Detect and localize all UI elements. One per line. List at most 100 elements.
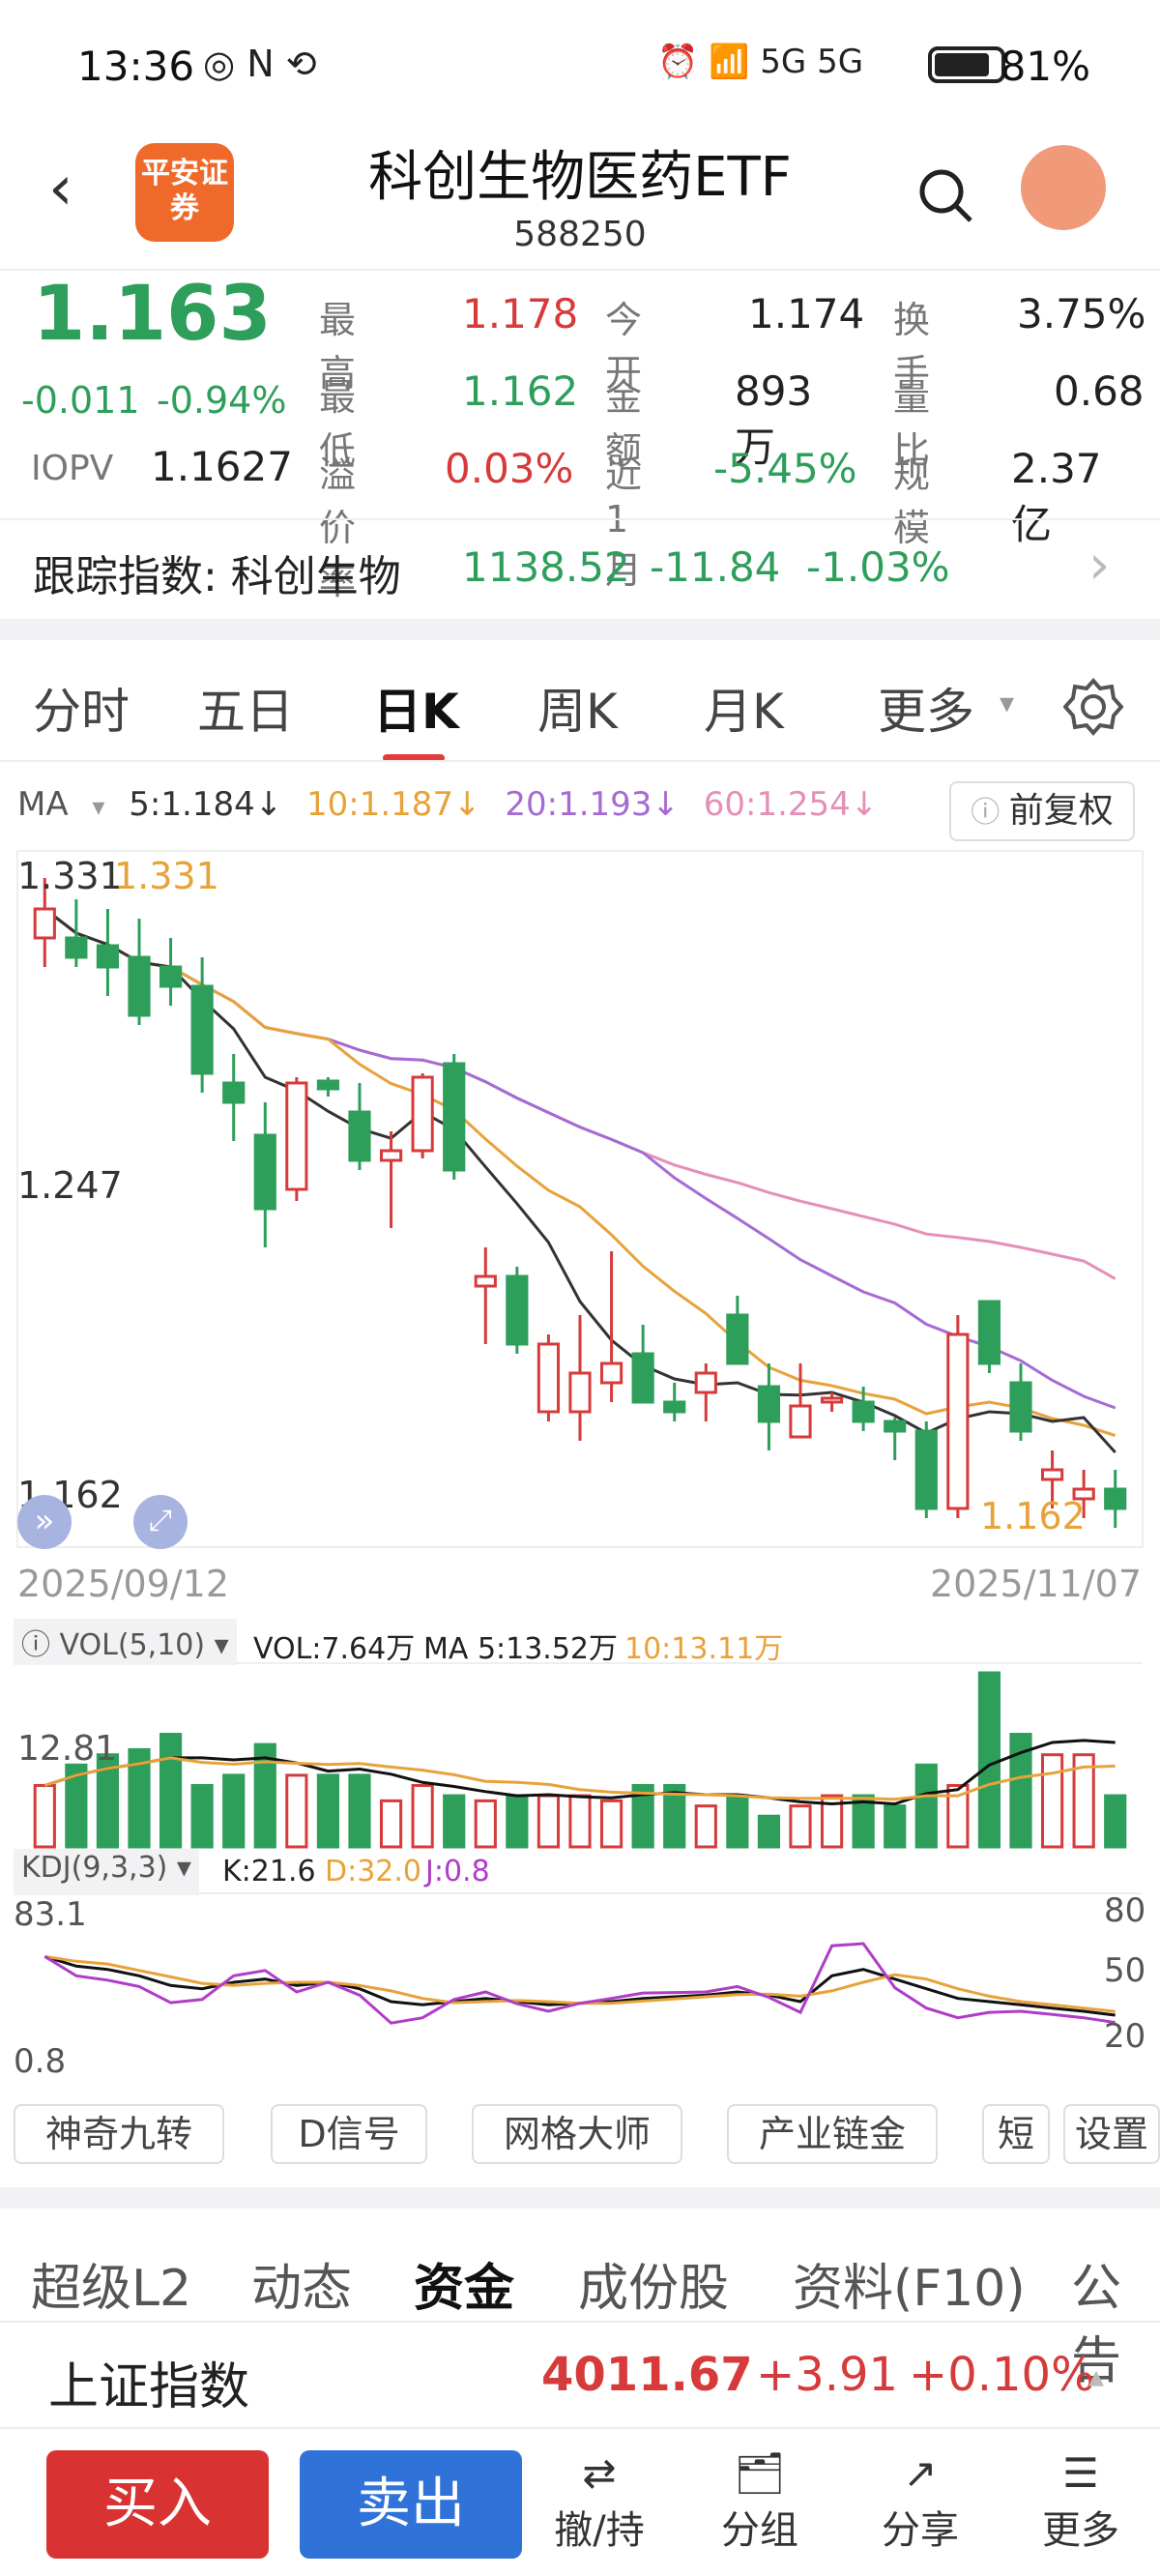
volume-bar bbox=[285, 1773, 308, 1849]
period-tabs: 分时 五日 日K 周K 月K 更多 ▾ bbox=[0, 638, 1160, 762]
caret-down-icon: ▾ bbox=[214, 1628, 229, 1662]
turnover-value: 3.75% bbox=[1017, 290, 1146, 337]
volume-bar bbox=[159, 1733, 183, 1849]
tab-news[interactable]: 动态 bbox=[251, 2247, 352, 2320]
kdj-50-label: 50 bbox=[1104, 1951, 1146, 1990]
search-icon[interactable] bbox=[914, 164, 976, 226]
candle-body bbox=[443, 1062, 466, 1172]
tab-five-day[interactable]: 五日 bbox=[197, 673, 294, 743]
kdj-indicator-select[interactable]: KDJ(9,3,3) ▾ bbox=[14, 1849, 199, 1895]
volume-bar bbox=[568, 1794, 592, 1849]
caret-down-icon: ▾ bbox=[92, 793, 105, 822]
ma20-value: 20:1.193↓ bbox=[505, 785, 680, 824]
tab-super-l2[interactable]: 超级L2 bbox=[31, 2247, 191, 2320]
ma60-value: 60:1.254↓ bbox=[703, 785, 879, 824]
tab-more[interactable]: 更多 bbox=[878, 673, 974, 743]
candle-body bbox=[726, 1313, 749, 1365]
candle-body bbox=[852, 1400, 875, 1423]
adjust-button[interactable]: ⓘ 前复权 bbox=[949, 781, 1135, 841]
vol-indicator-select[interactable]: ⓘ VOL(5,10) ▾ bbox=[14, 1619, 237, 1665]
index-name: 上证指数 bbox=[48, 2358, 250, 2416]
date-end-label: 2025/11/07 bbox=[930, 1563, 1143, 1605]
tracking-value: 1138.52 bbox=[462, 543, 630, 591]
tab-weekly-k[interactable]: 周K bbox=[537, 673, 618, 743]
volume-bar bbox=[443, 1794, 466, 1849]
tab-monthly-k[interactable]: 月K bbox=[704, 673, 784, 743]
candle-body bbox=[694, 1371, 717, 1394]
folder-icon: 🗂 bbox=[734, 2449, 786, 2497]
tab-f10[interactable]: 资料(F10) bbox=[793, 2247, 1026, 2320]
battery-percent: 81% bbox=[1000, 43, 1090, 90]
tab-daily-k[interactable]: 日K bbox=[373, 673, 459, 743]
tracking-pct: -1.03% bbox=[806, 543, 950, 591]
volume-bar bbox=[411, 1783, 434, 1849]
candle-body bbox=[316, 1079, 340, 1091]
group-button[interactable]: 🗂 分组 bbox=[702, 2448, 818, 2555]
volume-bar bbox=[506, 1794, 529, 1849]
iopv-value: 1.1627 bbox=[151, 443, 293, 490]
candle-body bbox=[411, 1075, 434, 1153]
tracking-index-row[interactable]: 跟踪指数: 科创生物 1138.52 -11.84 -1.03% › bbox=[0, 522, 1160, 615]
fullscreen-icon[interactable]: ⤢ bbox=[133, 1495, 188, 1549]
buy-button[interactable]: 买入 bbox=[46, 2450, 269, 2559]
section-gap bbox=[0, 2187, 1160, 2209]
date-start-label: 2025/09/12 bbox=[17, 1563, 230, 1605]
volume-bars bbox=[33, 1671, 1127, 1849]
header: ‹ 平安证券 科创生物医药ETF 588250 bbox=[0, 126, 1160, 271]
candle-body bbox=[159, 965, 183, 988]
index-ticker[interactable]: 上证指数 4011.67 +3.91 +0.10% ▴ bbox=[0, 2325, 1160, 2421]
chevron-right-icon: › bbox=[1088, 534, 1111, 597]
tool-grid-master[interactable]: 网格大师 bbox=[472, 2104, 682, 2164]
ma-label[interactable]: MA bbox=[17, 785, 69, 824]
kline-chart[interactable] bbox=[0, 841, 1160, 2098]
avatar[interactable] bbox=[1021, 145, 1106, 230]
kdj-20-label: 20 bbox=[1104, 2017, 1146, 2056]
gear-icon[interactable] bbox=[1063, 677, 1123, 737]
expand-icon[interactable]: » bbox=[17, 1495, 72, 1549]
cancel-hold-label: 撤/持 bbox=[554, 2508, 645, 2553]
share-button[interactable]: ↗ 分享 bbox=[862, 2448, 978, 2555]
tab-constituents[interactable]: 成份股 bbox=[578, 2247, 729, 2320]
volume-bar bbox=[1104, 1794, 1127, 1849]
cancel-hold-button[interactable]: ⇄ 撤/持 bbox=[541, 2448, 657, 2555]
kdj-d: D:32.0 bbox=[325, 1855, 422, 1888]
more-label: 更多 bbox=[1042, 2508, 1119, 2553]
candle-body bbox=[599, 1361, 624, 1385]
last-price: 1.163 bbox=[33, 271, 272, 358]
tool-d-signal[interactable]: D信号 bbox=[271, 2104, 427, 2164]
volume-bar bbox=[884, 1804, 907, 1849]
caret-down-icon: ▾ bbox=[176, 1851, 191, 1885]
candle-body bbox=[96, 944, 120, 969]
share-icon: ↗ bbox=[903, 2449, 938, 2497]
status-time: 13:36 bbox=[77, 43, 195, 90]
ma60-path bbox=[44, 907, 1116, 1280]
kdj-lines bbox=[44, 1942, 1116, 2025]
volume-bar bbox=[348, 1773, 371, 1849]
vol-ma5: MA 5:13.52万 bbox=[423, 1632, 619, 1666]
candle-body bbox=[506, 1274, 529, 1346]
divider bbox=[0, 760, 1160, 762]
tool-nine-turn[interactable]: 神奇九转 bbox=[14, 2104, 224, 2164]
index-value: 4011.67 bbox=[541, 2348, 753, 2402]
candle-body bbox=[1040, 1468, 1064, 1481]
security-code: 588250 bbox=[513, 215, 647, 254]
volume-bar bbox=[977, 1671, 1001, 1849]
tab-intraday[interactable]: 分时 bbox=[33, 673, 130, 743]
tool-short[interactable]: 短 bbox=[982, 2104, 1050, 2164]
tab-funds[interactable]: 资金 bbox=[414, 2247, 514, 2320]
candle-body bbox=[253, 1133, 276, 1211]
vol-scale-label: 12.81 bbox=[17, 1729, 118, 1769]
cancel-icon: ⇄ bbox=[582, 2449, 617, 2497]
kdj-80-label: 80 bbox=[1104, 1891, 1146, 1930]
price-change-pct: -0.94% bbox=[157, 379, 287, 422]
vol-value: VOL:7.64万 bbox=[253, 1632, 416, 1666]
volume-bar bbox=[316, 1773, 340, 1849]
more-button[interactable]: ☰ 更多 bbox=[1023, 2448, 1139, 2555]
sell-button[interactable]: 卖出 bbox=[300, 2450, 522, 2559]
back-icon[interactable]: ‹ bbox=[48, 153, 73, 224]
tool-settings[interactable]: 设置 bbox=[1063, 2104, 1160, 2164]
tool-industry-chain[interactable]: 产业链金 bbox=[727, 2104, 938, 2164]
share-label: 分享 bbox=[882, 2508, 959, 2553]
candle-body bbox=[536, 1342, 561, 1414]
kdjlines-path bbox=[44, 1954, 1116, 2017]
